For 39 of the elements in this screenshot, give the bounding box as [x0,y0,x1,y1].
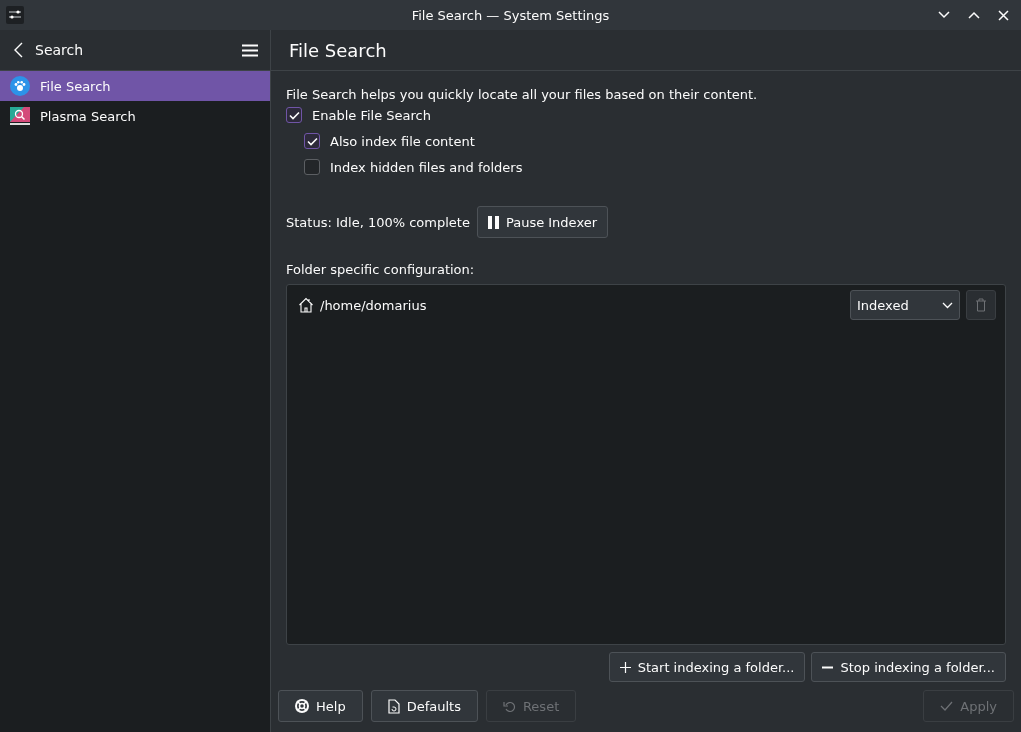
menu-icon[interactable] [242,43,258,57]
status-text: Status: Idle, 100% complete [286,214,470,230]
checkmark-icon [940,701,954,711]
document-icon [387,698,400,714]
pause-icon [487,215,499,229]
magnifier-icon [10,106,30,126]
trash-icon [975,298,987,312]
minus-icon [822,665,834,669]
back-icon[interactable] [14,42,23,58]
remove-folder-button[interactable]: Stop indexing a folder... [811,652,1006,682]
add-folder-button[interactable]: Start indexing a folder... [608,652,806,682]
sidebar-item[interactable]: File Search [0,71,270,101]
checkbox-label: Index hidden files and folders [330,159,523,175]
close-icon[interactable] [998,9,1009,21]
window-title: File Search — System Settings [411,7,610,23]
page-title: File Search [289,39,387,61]
plus-icon [619,661,631,673]
defaults-button[interactable]: Defaults [370,690,478,722]
section-label: Folder specific configuration: [286,262,476,277]
checkbox[interactable] [304,159,320,175]
checkbox[interactable] [286,107,302,123]
checkbox[interactable] [304,133,320,149]
sidebar-item[interactable]: Plasma Search [0,101,270,131]
pause-button[interactable]: Pause Indexer [476,206,609,238]
sidebar-title: Search [35,42,84,58]
settings-sliders-icon [6,6,24,24]
checkbox-label: Also index file content [330,133,475,149]
home-icon [298,297,314,313]
checkbox-label: Enable File Search [312,107,431,123]
mode-dropdown[interactable]: Indexed [850,290,960,320]
help-button[interactable]: Help [278,690,363,722]
maximize-icon[interactable] [968,11,980,19]
chevron-down-icon [942,301,953,309]
lifebuoy-icon [295,699,309,713]
minimize-icon[interactable] [938,11,950,19]
folder-path: /home/domarius [320,297,428,313]
undo-icon [502,699,516,713]
description: File Search helps you quickly locate all your files based on their content. [286,87,759,102]
paw-icon [10,76,30,96]
